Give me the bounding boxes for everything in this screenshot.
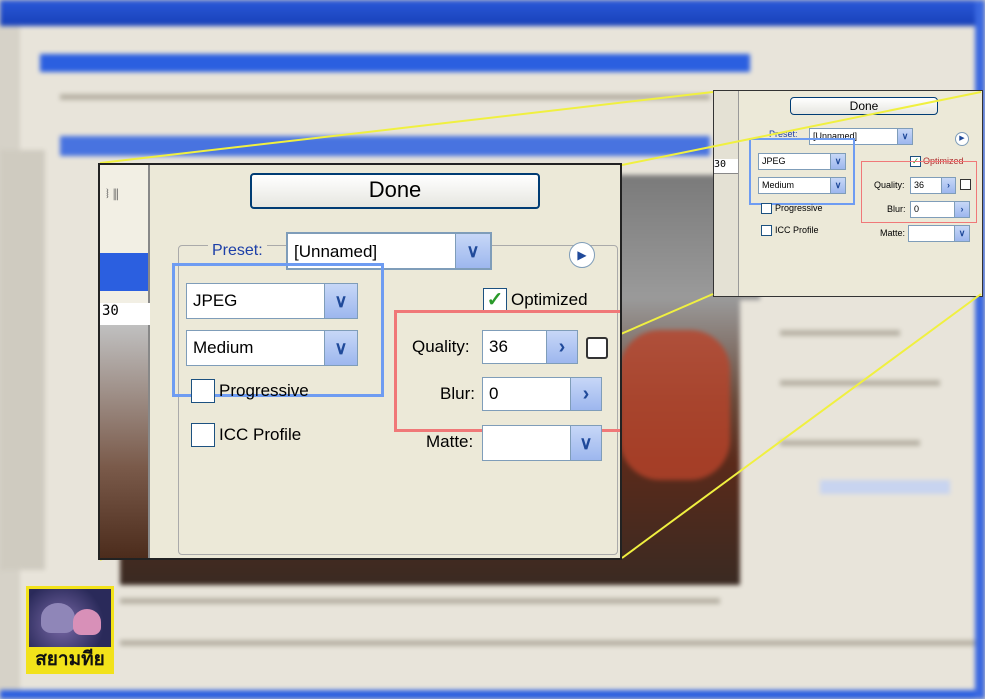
connector-line [621, 293, 982, 559]
done-button[interactable]: Done [250, 173, 540, 209]
watermark-logo: สยามทีย [26, 586, 114, 674]
logo-text: สยามทีย [29, 647, 111, 671]
progressive-label: Progressive [219, 381, 309, 400]
progressive-checkbox[interactable] [191, 379, 215, 403]
elephant-shape [41, 603, 75, 633]
connector-line [621, 91, 982, 166]
matte-label: Matte: [426, 432, 474, 451]
highlight-blue-box [172, 263, 384, 397]
canvas-preview [100, 325, 148, 558]
elephant-shape [73, 609, 101, 635]
ruler: 30 [100, 303, 150, 326]
toolbar-handle-icon: ⧘ ⦀ [106, 185, 119, 201]
matte-select[interactable]: ∨ [482, 425, 602, 461]
chevron-down-icon: ∨ [570, 426, 601, 460]
main-dialog: ⧘ ⦀ 30 Done Preset: [Unnamed] ∨ ▶ JPEG ∨… [98, 163, 622, 560]
preset-label: Preset: [208, 242, 267, 260]
chevron-down-icon: ∨ [455, 234, 490, 268]
preset-value: [Unnamed] [294, 242, 378, 261]
icc-profile-label: ICC Profile [219, 425, 302, 444]
icc-profile-checkbox[interactable] [191, 423, 215, 447]
highlight-red-box [394, 310, 620, 432]
canvas-strip [100, 253, 148, 291]
optimized-label: Optimized [511, 290, 588, 309]
optimized-checkbox[interactable]: ✓ [483, 288, 507, 312]
toolstrip: ⧘ ⦀ 30 [100, 165, 150, 558]
connector-line [99, 91, 714, 164]
preset-menu-icon[interactable]: ▶ [569, 242, 595, 268]
elephant-image [29, 589, 111, 647]
